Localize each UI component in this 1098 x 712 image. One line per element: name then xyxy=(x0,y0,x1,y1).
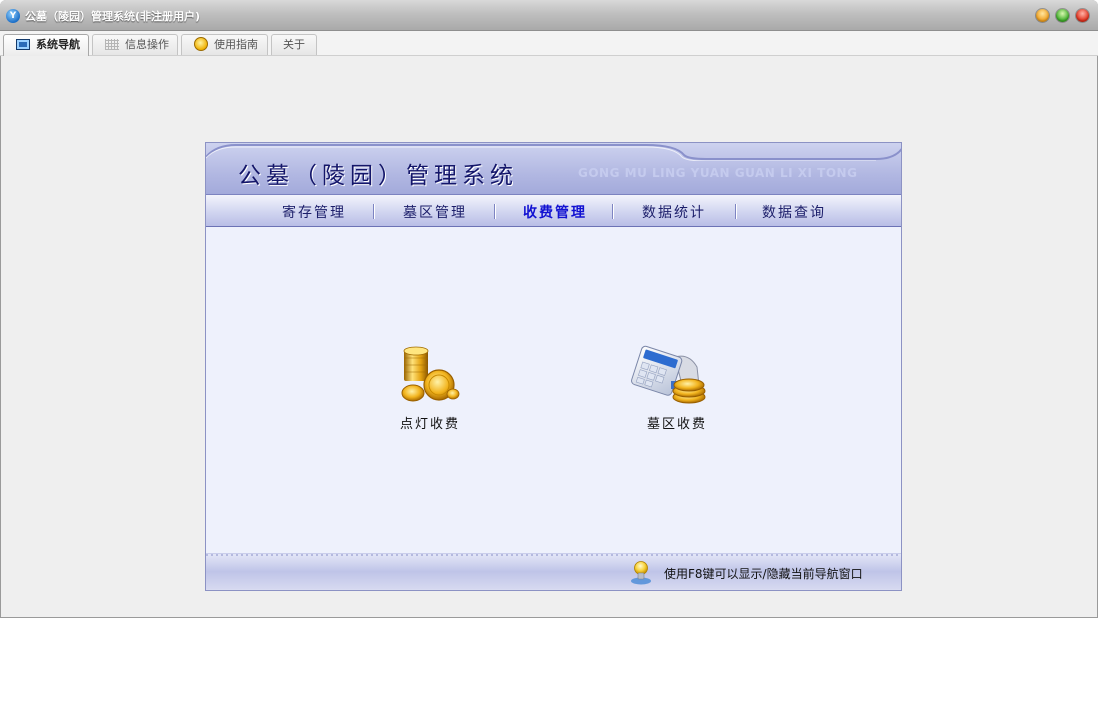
tab-label: 关于 xyxy=(283,38,305,51)
menu-separator xyxy=(494,204,495,219)
tab-user-guide[interactable]: 使用指南 xyxy=(181,34,268,55)
menu-item-storage[interactable]: 寄存管理 xyxy=(282,202,346,222)
grid-icon xyxy=(105,39,119,50)
tab-label: 使用指南 xyxy=(214,38,258,51)
maximize-icon[interactable] xyxy=(1056,9,1069,22)
title-bar[interactable]: Y 公墓（陵园）管理系统(非注册用户) xyxy=(0,0,1098,31)
navigation-panel: 公墓（陵园）管理系统 GONG MU LING YUAN GUAN LI XI … xyxy=(205,142,902,591)
banner: 公墓（陵园）管理系统 GONG MU LING YUAN GUAN LI XI … xyxy=(206,143,901,195)
content-area xyxy=(206,227,901,553)
tab-about[interactable]: 关于 xyxy=(271,34,317,55)
menu-item-fees[interactable]: 收费管理 xyxy=(523,202,587,222)
status-footer: 使用F8键可以显示/隐藏当前导航窗口 xyxy=(206,553,901,590)
tab-bar: 系统导航 信息操作 使用指南 关于 xyxy=(0,31,1098,56)
tab-system-nav[interactable]: 系统导航 xyxy=(3,34,89,56)
minimize-icon[interactable] xyxy=(1036,9,1049,22)
menu-item-query[interactable]: 数据查询 xyxy=(762,202,826,222)
window-title: 公墓（陵园）管理系统(非注册用户) xyxy=(25,10,201,23)
monitor-icon xyxy=(16,39,30,50)
tab-label: 系统导航 xyxy=(36,38,80,51)
module-menu: 寄存管理 墓区管理 收费管理 数据统计 数据查询 xyxy=(206,195,901,227)
lamp-fee-button[interactable]: 点灯收费 xyxy=(370,143,490,443)
calculator-coins-icon xyxy=(631,345,706,404)
zone-fee-label: 墓区收费 xyxy=(646,417,707,432)
close-icon[interactable] xyxy=(1076,9,1089,22)
f8-hint-text: 使用F8键可以显示/隐藏当前导航窗口 xyxy=(664,567,863,581)
app-logo-icon: Y xyxy=(6,9,20,23)
coins-icon xyxy=(401,346,460,402)
guide-icon xyxy=(194,37,208,51)
lightbulb-icon xyxy=(631,561,651,585)
menu-separator xyxy=(612,204,613,219)
tab-info-ops[interactable]: 信息操作 xyxy=(92,34,178,55)
app-window: Y 公墓（陵园）管理系统(非注册用户) 系统导航 信息操作 使用指南 关于 公墓… xyxy=(0,0,1098,618)
zone-fee-button[interactable]: 墓区收费 xyxy=(617,143,737,443)
lamp-fee-label: 点灯收费 xyxy=(399,417,460,432)
tab-label: 信息操作 xyxy=(125,38,169,51)
footer-divider xyxy=(206,554,901,556)
